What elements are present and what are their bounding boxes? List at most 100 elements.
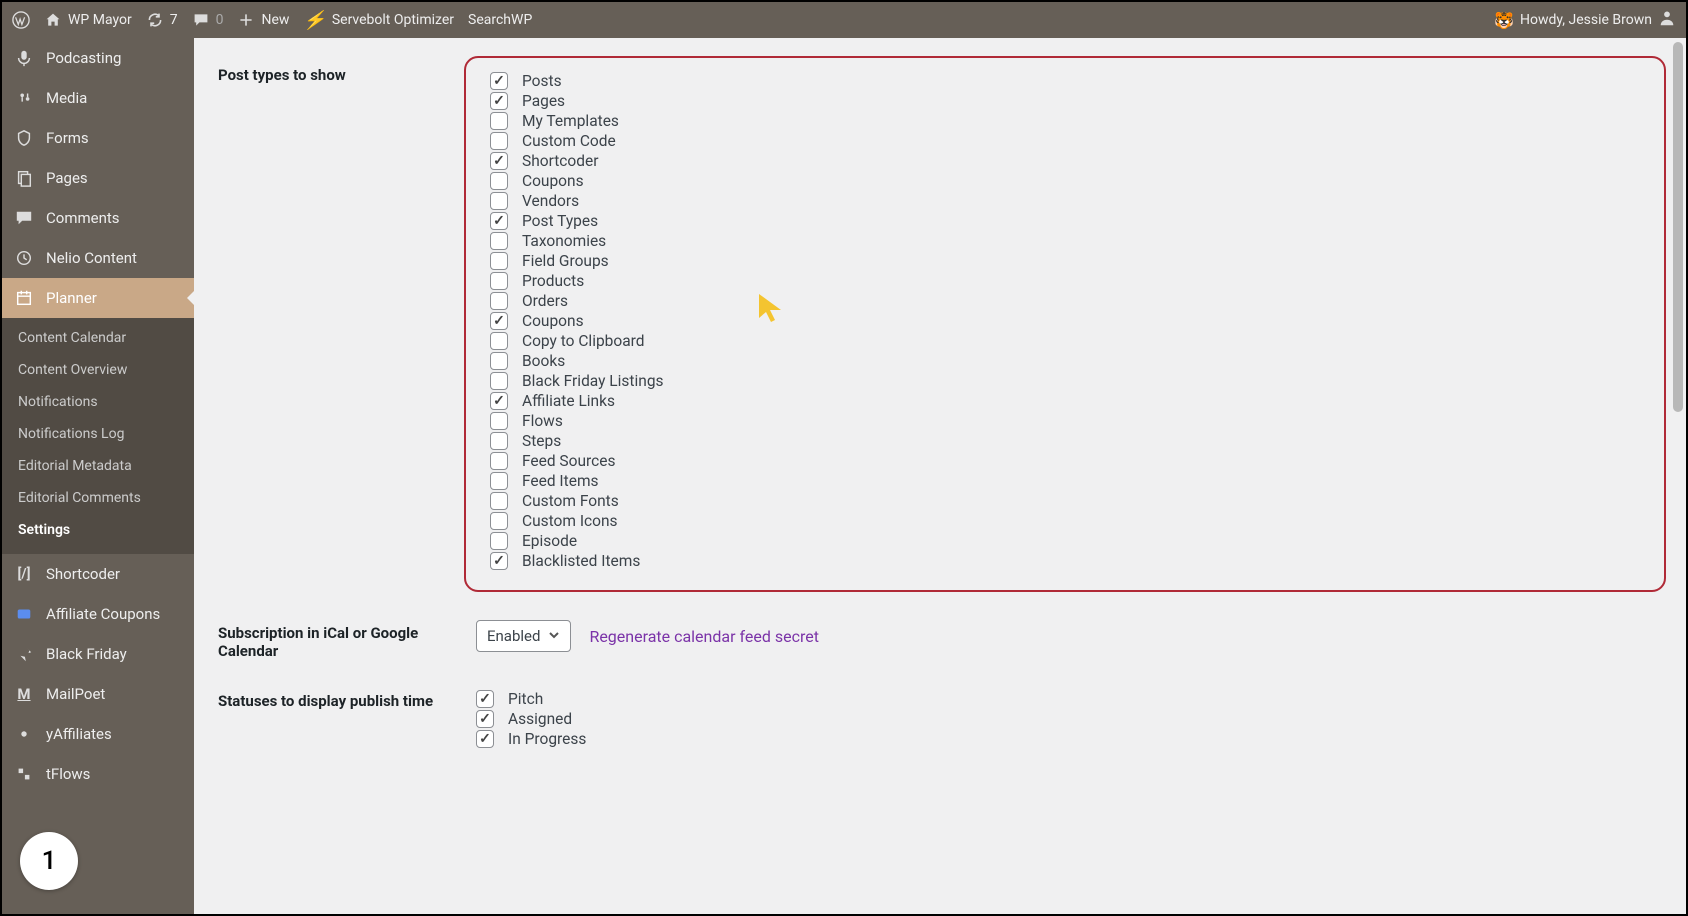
flows-icon (14, 764, 34, 784)
checkbox[interactable] (490, 452, 508, 470)
howdy-label: Howdy, Jessie Brown (1520, 12, 1652, 28)
checkbox-row: Black Friday Listings (490, 372, 1640, 390)
checkbox-row: Pitch (476, 690, 1666, 708)
subscription-select[interactable]: Enabled (476, 620, 571, 652)
checkbox[interactable] (476, 710, 494, 728)
sidebar-item-label: Forms (46, 129, 89, 147)
sidebar-item-pages[interactable]: Pages (2, 158, 194, 198)
admin-bar: WP Mayor 7 0 New ⚡Servebolt Optimizer Se… (2, 2, 1686, 38)
checkbox-label: Blacklisted Items (522, 552, 640, 570)
checkbox[interactable] (490, 292, 508, 310)
submenu-item-content-overview[interactable]: Content Overview (2, 354, 194, 386)
checkbox[interactable] (490, 192, 508, 210)
sidebar-item-planner[interactable]: Planner (2, 278, 194, 318)
sidebar-item-yaffiliates[interactable]: yAffiliates (2, 714, 194, 754)
checkbox[interactable] (490, 72, 508, 90)
checkbox[interactable] (490, 432, 508, 450)
checkbox-row: Flows (490, 412, 1640, 430)
checkbox[interactable] (490, 472, 508, 490)
sidebar-item-label: Nelio Content (46, 249, 137, 267)
checkbox-row: Books (490, 352, 1640, 370)
checkbox[interactable] (490, 112, 508, 130)
mailpoet-icon: M (14, 684, 34, 704)
checkbox[interactable] (490, 412, 508, 430)
affiliate-icon (14, 724, 34, 744)
checkbox[interactable] (490, 532, 508, 550)
checkbox-label: Shortcoder (522, 152, 598, 170)
checkbox[interactable] (476, 730, 494, 748)
chevron-down-icon (548, 627, 560, 645)
submenu-item-settings[interactable]: Settings (2, 514, 194, 546)
checkbox-row: Custom Code (490, 132, 1640, 150)
checkbox-label: Books (522, 352, 565, 370)
sidebar-item-forms[interactable]: Forms (2, 118, 194, 158)
checkbox-label: Steps (522, 432, 561, 450)
sidebar-item-label: Shortcoder (46, 565, 120, 583)
checkbox-row: Coupons (490, 172, 1640, 190)
submenu-item-notifications[interactable]: Notifications (2, 386, 194, 418)
sidebar-item-label: Planner (46, 289, 97, 307)
checkbox-label: Black Friday Listings (522, 372, 664, 390)
sidebar-item-label: yAffiliates (46, 725, 112, 743)
checkbox[interactable] (490, 492, 508, 510)
coupon-icon (14, 604, 34, 624)
checkbox-row: Products (490, 272, 1640, 290)
checkbox[interactable] (490, 272, 508, 290)
sidebar-item-tflows[interactable]: tFlows (2, 754, 194, 794)
checkbox[interactable] (490, 172, 508, 190)
checkbox-label: Products (522, 272, 584, 290)
main-content: Post types to show PostsPagesMy Template… (194, 38, 1686, 914)
pages-icon (14, 168, 34, 188)
submenu-item-content-calendar[interactable]: Content Calendar (2, 322, 194, 354)
sidebar-item-comments[interactable]: Comments (2, 198, 194, 238)
checkbox-label: Post Types (522, 212, 598, 230)
sidebar-item-affiliate-coupons[interactable]: Affiliate Coupons (2, 594, 194, 634)
checkbox[interactable] (490, 312, 508, 330)
searchwp-link[interactable]: SearchWP (468, 12, 532, 28)
sidebar-item-mailpoet[interactable]: MMailPoet (2, 674, 194, 714)
wp-logo[interactable] (12, 11, 30, 29)
checkbox-row: Vendors (490, 192, 1640, 210)
sidebar-item-shortcoder[interactable]: [/]Shortcoder (2, 554, 194, 594)
checkbox-label: Coupons (522, 172, 584, 190)
bolt-icon: ⚡ (303, 10, 325, 31)
checkbox[interactable] (490, 372, 508, 390)
scrollbar-thumb[interactable] (1673, 42, 1683, 412)
submenu-item-editorial-metadata[interactable]: Editorial Metadata (2, 450, 194, 482)
checkbox-row: Field Groups (490, 252, 1640, 270)
checkbox[interactable] (490, 352, 508, 370)
sidebar-item-label: Pages (46, 169, 88, 187)
ical-row: Subscription in iCal or Google Calendar … (218, 620, 1666, 660)
home-icon (44, 11, 62, 29)
new-content[interactable]: New (237, 11, 289, 29)
site-name[interactable]: WP Mayor (44, 11, 132, 29)
submenu-item-editorial-comments[interactable]: Editorial Comments (2, 482, 194, 514)
checkbox[interactable] (490, 152, 508, 170)
sidebar-item-media[interactable]: Media (2, 78, 194, 118)
annotation-bubble: 1 (20, 832, 78, 890)
checkbox[interactable] (490, 132, 508, 150)
sidebar-item-nelio-content[interactable]: Nelio Content (2, 238, 194, 278)
checkbox[interactable] (490, 92, 508, 110)
checkbox-label: Pitch (508, 690, 543, 708)
checkbox[interactable] (490, 232, 508, 250)
checkbox[interactable] (490, 512, 508, 530)
sidebar-item-podcasting[interactable]: Podcasting (2, 38, 194, 78)
checkbox-label: Coupons (522, 312, 584, 330)
checkbox[interactable] (490, 212, 508, 230)
user-menu[interactable]: 🐯 Howdy, Jessie Brown (1494, 9, 1676, 32)
checkbox[interactable] (490, 552, 508, 570)
checkbox[interactable] (490, 332, 508, 350)
servebolt-link[interactable]: ⚡Servebolt Optimizer (303, 10, 454, 31)
submenu-item-notifications-log[interactable]: Notifications Log (2, 418, 194, 450)
checkbox[interactable] (476, 690, 494, 708)
sidebar-item-label: Media (46, 89, 87, 107)
updates[interactable]: 7 (146, 11, 178, 29)
comments-indicator[interactable]: 0 (192, 11, 224, 29)
sidebar-item-black-friday[interactable]: Black Friday (2, 634, 194, 674)
checkbox[interactable] (490, 252, 508, 270)
checkbox-label: Vendors (522, 192, 579, 210)
regenerate-link[interactable]: Regenerate calendar feed secret (589, 627, 818, 646)
checkbox[interactable] (490, 392, 508, 410)
checkbox-row: Custom Fonts (490, 492, 1640, 510)
